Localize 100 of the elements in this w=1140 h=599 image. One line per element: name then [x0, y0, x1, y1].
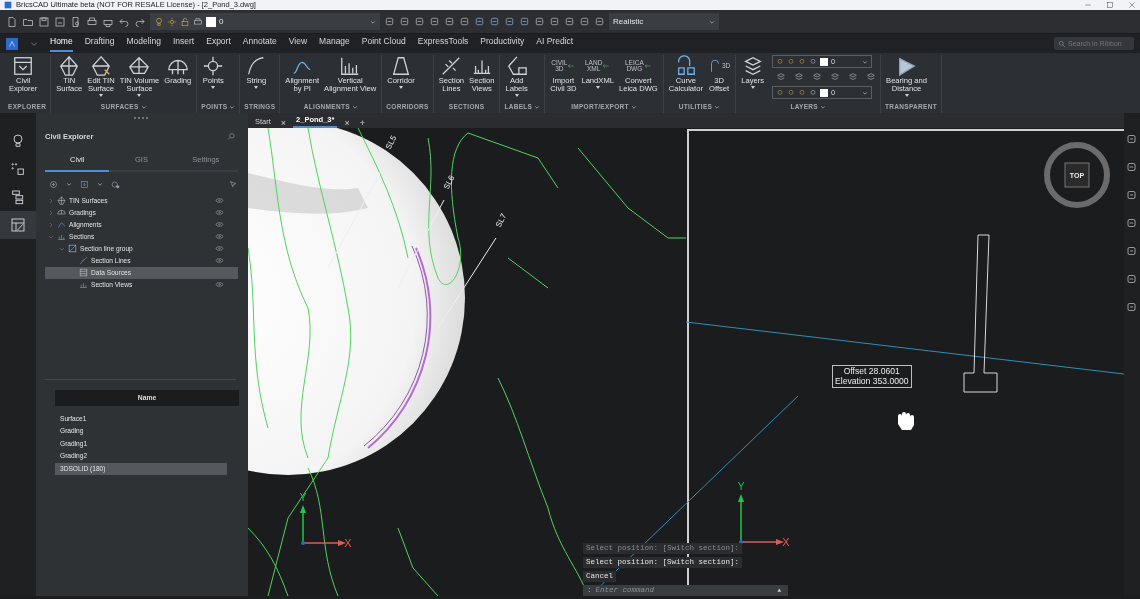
offset-elevation-tooltip: Offset 28.0601 Elevation 353.0000 [832, 365, 912, 389]
close-tab-button[interactable]: × [277, 119, 290, 129]
search-icon [1058, 39, 1066, 48]
section-label: SL6 [441, 174, 457, 192]
ribbon-tab[interactable]: Modeling [126, 35, 161, 52]
axis-label: Y [737, 481, 745, 493]
ribbon-tab[interactable]: Insert [172, 35, 195, 52]
lock-icon[interactable] [798, 57, 807, 66]
ribbon-tab[interactable]: Home [50, 35, 73, 52]
caret-icon [750, 85, 755, 89]
ribbon-tab[interactable]: View [288, 35, 308, 52]
layer-add-icon[interactable] [866, 72, 877, 82]
arrow-icon [602, 62, 611, 70]
chevron-icon [714, 104, 721, 110]
printer-icon[interactable] [86, 15, 98, 28]
layer-lock-icon[interactable] [794, 72, 805, 82]
close-tab-button[interactable]: × [341, 119, 353, 129]
close-icon[interactable] [1128, 1, 1136, 9]
chevron-icon [862, 58, 869, 65]
explorer-icon [12, 55, 35, 77]
printer-icon[interactable] [809, 88, 818, 97]
layer-state-icon[interactable] [776, 72, 787, 82]
square-diagonal-icon [68, 244, 77, 253]
search-icon[interactable] [227, 132, 236, 142]
tree-icon [10, 189, 26, 205]
eye-icon[interactable] [215, 256, 224, 265]
sun-icon[interactable] [167, 16, 177, 27]
chevron-icon [229, 104, 236, 110]
print-preview-icon[interactable] [70, 15, 82, 28]
chart-icon [57, 232, 66, 241]
import-box-icon[interactable] [80, 179, 89, 189]
eye-icon[interactable] [215, 280, 224, 289]
hand-cursor-icon [898, 412, 914, 431]
layers-stack-icon[interactable] [830, 72, 841, 82]
select-cursor-icon[interactable] [229, 179, 238, 189]
save-as-icon[interactable] [54, 15, 66, 28]
printer-icon[interactable] [193, 16, 203, 27]
ribbon-tab[interactable]: AI Predict [536, 35, 574, 52]
section-label: SL7 [493, 212, 509, 230]
dot-tree-icon [10, 161, 26, 177]
maximize-icon[interactable] [1106, 1, 1114, 9]
app-logo-icon [7, 38, 17, 49]
caret-icon [98, 93, 103, 97]
layer-check-icon[interactable] [848, 72, 859, 82]
ribbon-tab[interactable]: Drafting [84, 35, 115, 52]
lock-icon[interactable] [798, 88, 807, 97]
arrow-icon [643, 62, 652, 70]
mesh-icon [128, 55, 151, 77]
color-swatch [820, 57, 829, 66]
add-circle-icon[interactable] [49, 179, 58, 189]
chart-icon [79, 280, 88, 289]
new-file-icon[interactable] [6, 15, 18, 28]
ribbon-tab[interactable]: Productivity [480, 35, 525, 52]
viewcube-ring[interactable] [1044, 142, 1110, 209]
ribbon-tab[interactable]: Point Cloud [361, 35, 406, 52]
layer-freeze-icon[interactable] [812, 72, 823, 82]
axis-label: X [344, 537, 352, 550]
new-tab-button[interactable]: + [356, 119, 368, 129]
hatched-line-icon [79, 256, 88, 265]
lightbulb-icon [10, 133, 26, 149]
save-icon[interactable] [38, 15, 50, 28]
lock-icon[interactable] [180, 16, 190, 27]
section-label: SL5 [383, 134, 399, 152]
caret-icon [211, 85, 216, 89]
axis-label: X [782, 536, 790, 549]
chevron-icon [140, 104, 147, 110]
printer-icon[interactable] [809, 57, 818, 66]
lightbulb-icon[interactable] [776, 88, 785, 97]
sun-icon[interactable] [787, 88, 796, 97]
curve-icon [57, 220, 66, 229]
ribbon-tab[interactable]: Export [206, 35, 231, 52]
eye-icon[interactable] [215, 208, 224, 217]
eye-icon[interactable] [215, 220, 224, 229]
crosshair-icon [202, 55, 225, 77]
dome-grid-icon [57, 208, 66, 217]
arrow-icon [567, 62, 576, 70]
chevron-icon [370, 18, 376, 25]
lightbulb-icon[interactable] [776, 57, 785, 66]
chevron-icon[interactable] [30, 39, 38, 48]
eye-icon[interactable] [215, 244, 224, 253]
ribbon-tab[interactable]: ExpressTools [417, 35, 469, 52]
app-logo-icon [4, 1, 12, 9]
sun-icon[interactable] [787, 57, 796, 66]
caret-icon [514, 93, 519, 97]
lightbulb-icon[interactable] [154, 16, 164, 27]
mesh-label-icon [505, 55, 528, 77]
globe-icon[interactable] [111, 179, 120, 189]
eye-icon[interactable] [215, 196, 224, 205]
mesh-icon [58, 55, 81, 77]
chevron-icon [534, 104, 541, 110]
axis-label: Y [299, 492, 307, 504]
chevron-icon [66, 181, 72, 187]
ribbon-tab[interactable]: Manage [319, 35, 350, 52]
chevron-icon [97, 181, 103, 187]
ucs-axes-icon [300, 505, 346, 547]
eye-icon[interactable] [215, 232, 224, 241]
app-menu-button[interactable] [6, 37, 18, 50]
caret-icon [595, 85, 600, 89]
ucs-axes-icon [738, 494, 784, 546]
ribbon-tab[interactable]: Annotate [242, 35, 277, 52]
